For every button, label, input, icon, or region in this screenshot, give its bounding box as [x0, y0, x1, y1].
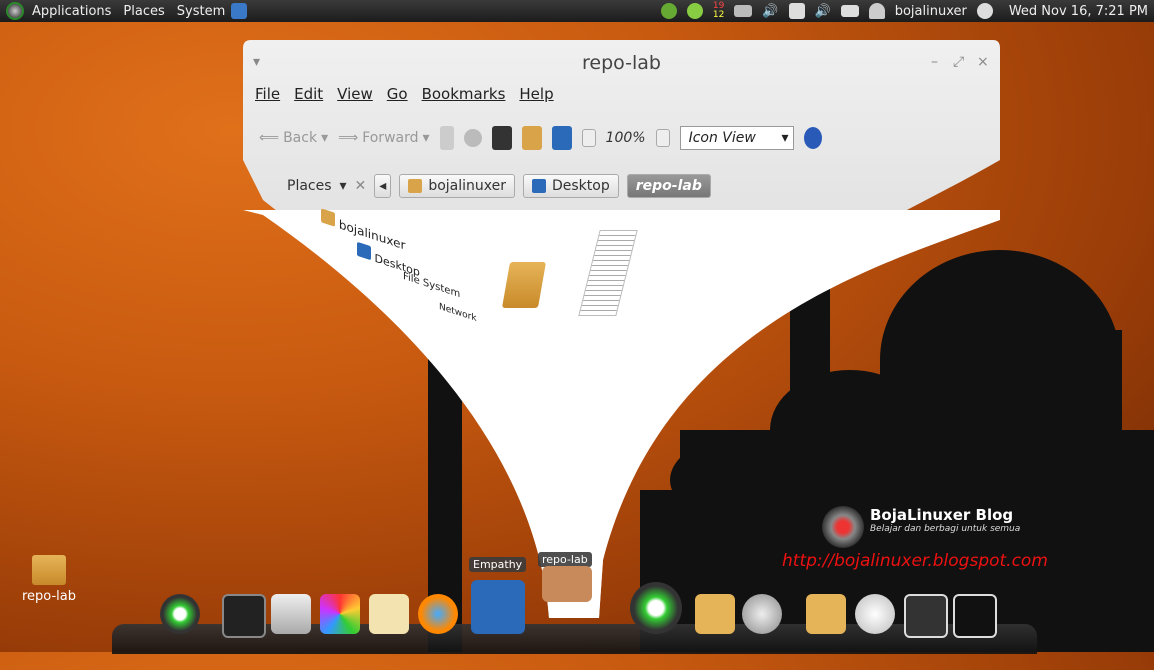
- folder-icon: [501, 262, 547, 308]
- dock-mail-icon[interactable]: [369, 594, 409, 634]
- home-folder-icon: [408, 179, 423, 193]
- minimize-button[interactable]: –: [931, 54, 938, 70]
- breadcrumb-desktop[interactable]: Desktop: [522, 174, 619, 198]
- user-icon: [868, 3, 885, 19]
- view-mode-label: Icon View: [688, 130, 756, 146]
- dock-calculator-icon[interactable]: [271, 594, 311, 634]
- breadcrumb-left-button[interactable]: ◂: [374, 174, 392, 198]
- chat-status-icon[interactable]: [660, 3, 677, 19]
- dock-distro-icon[interactable]: [160, 594, 200, 634]
- back-arrow-icon: ⟸: [259, 130, 280, 146]
- back-label: Back: [283, 130, 318, 146]
- dock-terminal-icon[interactable]: [222, 594, 266, 638]
- dock-disc-icon[interactable]: [855, 594, 895, 634]
- sidebar-header[interactable]: Places: [287, 178, 332, 194]
- stop-icon[interactable]: [463, 129, 482, 147]
- applications-menu[interactable]: Applications: [26, 4, 117, 19]
- menu-view[interactable]: View: [337, 85, 373, 103]
- keyboard-icon[interactable]: [734, 5, 753, 17]
- home-icon[interactable]: [521, 126, 542, 150]
- user-name[interactable]: bojalinuxer: [895, 4, 967, 19]
- toolbar: ⟸ Back ▾ ⟹ Forward ▾ 100% Icon View ▾: [259, 126, 822, 150]
- breadcrumb-label: bojalinuxer: [428, 178, 506, 194]
- dock-system-icon[interactable]: [630, 582, 682, 634]
- close-button[interactable]: ×: [977, 54, 989, 70]
- dock-documents-icon[interactable]: [695, 594, 735, 634]
- system-menu[interactable]: System: [171, 4, 231, 19]
- places-menu[interactable]: Places: [117, 4, 170, 19]
- dock-repo-lab-icon[interactable]: [542, 566, 592, 602]
- desktop-folder-label: repo-lab: [21, 589, 77, 604]
- chevron-down-icon: ▾: [781, 130, 789, 146]
- dock-power-icon[interactable]: [953, 594, 997, 638]
- clock[interactable]: Wed Nov 16, 7:21 PM: [1003, 4, 1148, 19]
- dock-downloads-icon[interactable]: [806, 594, 846, 634]
- breadcrumb-bojalinuxer[interactable]: bojalinuxer: [399, 174, 515, 198]
- breadcrumb-label: repo-lab: [635, 178, 702, 194]
- menu-help[interactable]: Help: [519, 85, 553, 103]
- forward-label: Forward: [362, 130, 419, 146]
- document-icon: [578, 230, 638, 316]
- pen-icon[interactable]: [788, 3, 805, 19]
- power-icon[interactable]: [976, 3, 993, 19]
- breadcrumb-repo-lab[interactable]: repo-lab: [626, 174, 711, 198]
- top-panel: Applications Places System 19 12 🔊 🔊 boj…: [0, 0, 1154, 22]
- file-item-folder[interactable]: [499, 262, 549, 308]
- calendar-month: 12: [712, 10, 725, 20]
- dock-color-picker-icon[interactable]: [320, 594, 360, 634]
- dock-firefox-icon[interactable]: [418, 594, 458, 634]
- maximize-button[interactable]: ⤢: [953, 54, 964, 70]
- network-manager-icon[interactable]: [231, 3, 248, 19]
- view-mode-select[interactable]: Icon View ▾: [679, 126, 794, 150]
- dock-clock-search-icon[interactable]: [742, 594, 782, 634]
- dock-tooltip-repo-lab: repo-lab: [538, 552, 592, 567]
- zoom-level: 100%: [605, 130, 646, 146]
- menu-bookmarks[interactable]: Bookmarks: [422, 85, 506, 103]
- sidebar-close-icon[interactable]: ✕: [355, 178, 367, 194]
- file-item-document[interactable]: [578, 230, 638, 316]
- search-icon[interactable]: [803, 127, 822, 149]
- up-arrow-icon[interactable]: [439, 126, 454, 150]
- menu-edit[interactable]: Edit: [294, 85, 323, 103]
- location-bar: Places ▾ ✕ ◂ bojalinuxer Desktop repo-la…: [287, 174, 711, 198]
- zoom-out-icon[interactable]: [581, 129, 596, 147]
- menu-file[interactable]: File: [255, 85, 280, 103]
- dock-empathy-icon[interactable]: [471, 580, 525, 634]
- sidebar-dropdown-icon[interactable]: ▾: [340, 178, 347, 194]
- window-title: repo-lab: [582, 52, 661, 74]
- sound-icon[interactable]: 🔊: [815, 4, 831, 19]
- breadcrumb-label: Desktop: [551, 178, 610, 194]
- dock-desktop-icon[interactable]: [904, 594, 948, 638]
- computer-icon[interactable]: [551, 126, 572, 150]
- forward-arrow-icon: ⟹: [338, 130, 359, 146]
- menu-bar: File Edit View Go Bookmarks Help: [255, 85, 554, 103]
- menu-go[interactable]: Go: [387, 85, 408, 103]
- desktop-icon: [531, 179, 546, 193]
- folder-icon: [32, 555, 66, 585]
- calendar-icon[interactable]: 19 12: [713, 2, 724, 20]
- mail-icon[interactable]: [840, 5, 859, 17]
- file-manager-window[interactable]: ▾ repo-lab – ⤢ × File Edit View Go Bookm…: [243, 40, 1000, 670]
- zoom-in-icon[interactable]: [655, 129, 670, 147]
- distro-logo-icon[interactable]: [6, 2, 24, 20]
- volume-icon[interactable]: 🔊: [762, 4, 778, 19]
- forward-button[interactable]: ⟹ Forward ▾: [338, 130, 429, 146]
- back-button[interactable]: ⟸ Back ▾: [259, 130, 328, 146]
- reload-icon[interactable]: [491, 126, 512, 150]
- desktop-folder-repo-lab[interactable]: repo-lab: [20, 555, 78, 604]
- dock-tooltip-empathy: Empathy: [469, 557, 527, 572]
- message-icon[interactable]: [686, 3, 703, 19]
